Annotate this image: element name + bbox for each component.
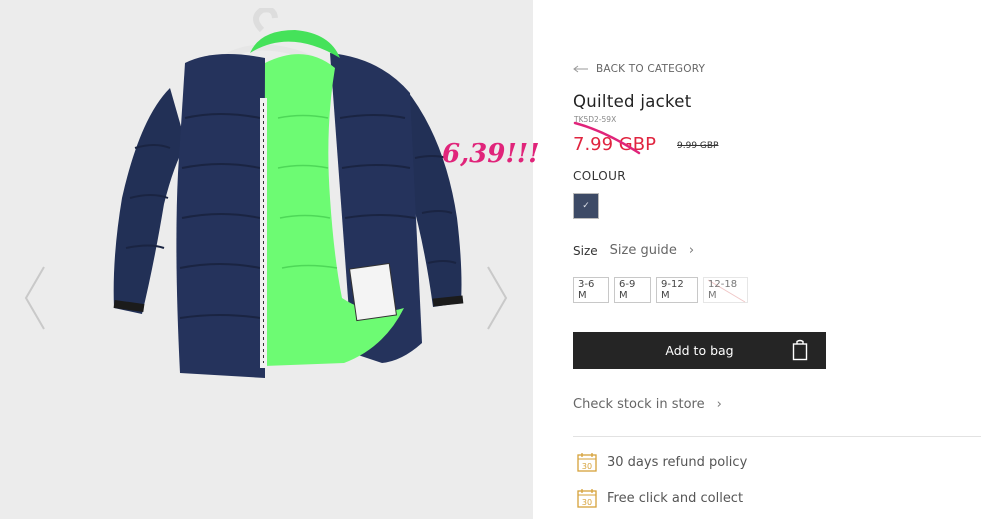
product-image-panel [0,0,533,519]
colour-swatch-navy[interactable]: ✓ [573,193,599,219]
size-option-9-12m[interactable]: 9-12 M [656,277,698,303]
calendar-icon: 30 [577,453,597,472]
size-option-6-9m[interactable]: 6-9 M [614,277,651,303]
size-row: Size Size guide › [573,243,694,258]
handwritten-price-annotation: 6,39!!! [442,139,540,169]
size-option-label: 12-18 M [708,279,738,301]
product-info-panel: BACK TO CATEGORY Quilted jacket TK5D2-59… [442,0,981,519]
size-label: Size [573,243,598,258]
carousel-next-icon[interactable] [484,265,510,331]
svg-text:30: 30 [582,462,592,471]
perk-refund-label: 30 days refund policy [607,454,748,470]
product-image [113,8,464,378]
check-stock-link[interactable]: Check stock in store › [573,397,722,412]
back-link-label: BACK TO CATEGORY [596,63,706,75]
colour-label: COLOUR [573,169,627,183]
svg-text:30: 30 [582,498,592,507]
calendar-icon: 30 [577,489,597,508]
size-options: 3-6 M 6-9 M 9-12 M 12-18 M [573,277,748,303]
perk-click-collect: 30 Free click and collect [577,488,743,508]
divider [573,436,981,437]
size-guide-link[interactable]: Size guide [610,243,677,258]
check-stock-label: Check stock in store [573,397,705,412]
check-icon: ✓ [582,201,590,211]
chevron-right-icon: › [716,397,722,412]
size-option-3-6m[interactable]: 3-6 M [573,277,609,303]
chevron-right-icon: › [688,243,695,258]
old-price: 9.99 GBP [677,141,719,151]
annotation-strike-mark [573,121,641,155]
carousel-prev-icon[interactable] [22,265,48,331]
product-title: Quilted jacket [573,92,692,111]
back-to-category-link[interactable]: BACK TO CATEGORY [573,63,705,75]
arrow-left-icon [573,65,588,73]
size-option-12-18m-unavailable[interactable]: 12-18 M [703,277,748,303]
shopping-bag-icon [792,339,808,361]
add-to-bag-button[interactable]: Add to bag [573,332,826,369]
perk-refund: 30 30 days refund policy [577,452,747,472]
perk-click-collect-label: Free click and collect [607,490,744,506]
add-to-bag-label: Add to bag [665,343,734,358]
